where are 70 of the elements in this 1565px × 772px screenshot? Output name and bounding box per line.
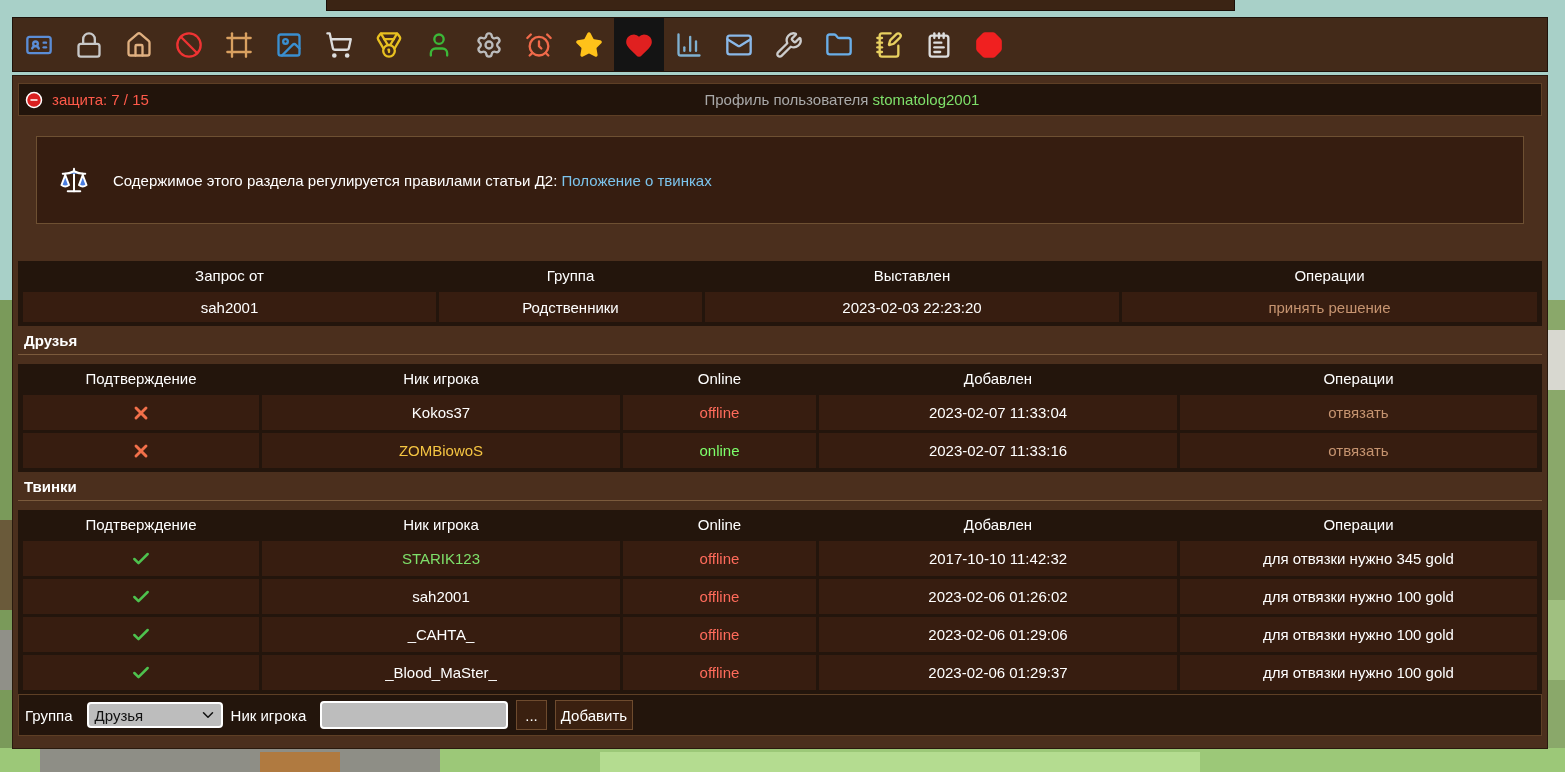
table-cell: offline	[623, 395, 816, 430]
column-header: Выставлен	[872, 265, 952, 286]
table-cell: для отвязки нужно 100 gold	[1180, 579, 1537, 614]
unlink-link[interactable]: отвязать	[1180, 433, 1537, 468]
decision-link[interactable]: принять решение	[1122, 292, 1537, 322]
nick-label: Ник игрока	[230, 706, 307, 724]
protection-text: защита: 7 / 15	[52, 91, 149, 108]
section-title: Друзья	[18, 326, 1542, 355]
table-cell: STARIK123	[262, 541, 620, 576]
stop-sign-icon	[975, 30, 1003, 59]
image-icon	[275, 30, 303, 59]
table-cell: 2023-02-07 11:33:16	[819, 433, 1177, 468]
column-header: Запрос от	[194, 265, 265, 286]
table-cell: _САНТА_	[262, 617, 620, 652]
column-header: Ник игрока	[402, 368, 480, 389]
profile-title: Профиль пользователя stomatolog2001	[703, 91, 981, 108]
scales-icon	[59, 165, 89, 195]
table-cell: 2023-02-06 01:26:02	[819, 579, 1177, 614]
table-cell: для отвязки нужно 345 gold	[1180, 541, 1537, 576]
ban-icon	[175, 30, 203, 59]
column-header: Online	[696, 368, 743, 389]
bar-chart-icon	[675, 30, 703, 59]
column-header: Операции	[1322, 368, 1395, 389]
unlink-link[interactable]: отвязать	[1180, 395, 1537, 430]
table-cell: ZOMBiowoS	[262, 433, 620, 468]
nick-field[interactable]	[320, 701, 509, 729]
table-cell: offline	[623, 655, 816, 690]
medal-icon	[375, 30, 403, 59]
table-cell: 2017-10-10 11:42:32	[819, 541, 1177, 576]
table-cell: offline	[623, 617, 816, 652]
settings-icon	[475, 30, 503, 59]
column-header: Добавлен	[962, 368, 1034, 389]
house-icon	[125, 30, 153, 59]
table-cell: 2023-02-06 01:29:37	[819, 655, 1177, 690]
table-cell: 2023-02-07 11:33:04	[819, 395, 1177, 430]
table-cell: offline	[623, 579, 816, 614]
column-header: Подтверждение	[84, 514, 198, 535]
table-cell: 2023-02-06 01:29:06	[819, 617, 1177, 652]
table-cell: Родственники	[439, 292, 702, 322]
column-header: Подтверждение	[84, 368, 198, 389]
group-label: Группа	[25, 706, 73, 724]
rules-link[interactable]: Положение о твинках	[561, 171, 712, 189]
column-header: Группа	[545, 265, 596, 286]
notice-text: Содержимое этого раздела регулируется правилами статьи Д2: Положение о твинках	[113, 171, 712, 189]
table-cell: offline	[623, 541, 816, 576]
star-icon	[575, 30, 603, 59]
table-cell: для отвязки нужно 100 gold	[1180, 655, 1537, 690]
column-header: Операции	[1322, 514, 1395, 535]
lock-icon	[75, 30, 103, 59]
alarm-clock-icon	[525, 30, 553, 59]
tools-icon	[775, 30, 803, 59]
browse-button[interactable]: ...	[516, 700, 547, 730]
shopping-cart-icon	[325, 30, 353, 59]
column-header: Добавлен	[962, 514, 1034, 535]
column-header: Ник игрока	[402, 514, 480, 535]
column-header: Online	[696, 514, 743, 535]
table-cell: для отвязки нужно 100 gold	[1180, 617, 1537, 652]
folder-icon	[825, 30, 853, 59]
table-cell: 2023-02-03 22:23:20	[705, 292, 1119, 322]
table-cell: _Blood_MaSter_	[262, 655, 620, 690]
table-cell: Kokos37	[262, 395, 620, 430]
notepad-pencil-icon	[875, 30, 903, 59]
add-button[interactable]: Добавить	[554, 700, 634, 730]
column-header: Операции	[1293, 265, 1366, 286]
table-cell: online	[623, 433, 816, 468]
minus-circle-icon	[25, 90, 43, 109]
table-cell: sah2001	[23, 292, 436, 322]
group-select[interactable]: Друзья	[86, 702, 223, 728]
table-cell: sah2001	[262, 579, 620, 614]
section-title: Твинки	[18, 472, 1542, 501]
